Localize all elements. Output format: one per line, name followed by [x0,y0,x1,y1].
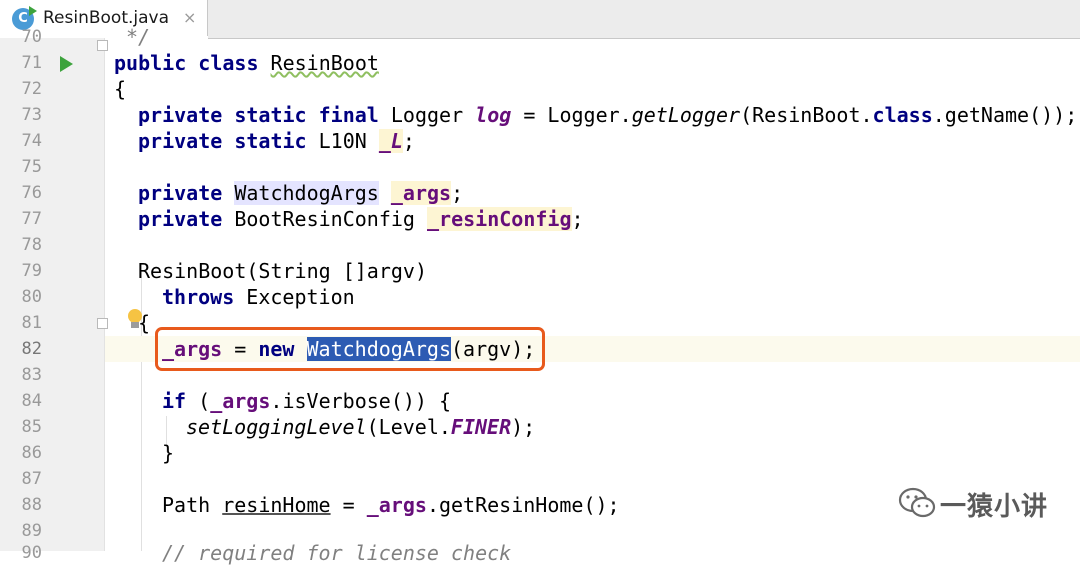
line-number: 71 [21,53,42,73]
line-number: 81 [21,313,42,333]
code-text: if (_args.isVerbose()) { [162,389,452,413]
code-line: 77 private BootResinConfig _resinConfig; [0,206,1080,232]
watermark-text: 一猿小讲 [940,492,1049,522]
fold-icon[interactable] [97,318,108,329]
line-number: 75 [21,157,42,177]
code-text: ResinBoot(String []argv) [138,259,427,283]
code-line: 75 [0,154,1080,180]
code-line: 72 { [0,76,1080,102]
line-number: 73 [21,105,42,125]
fold-icon[interactable] [97,40,108,51]
code-text: private static L10N _L; [138,129,415,153]
code-line: 84 if (_args.isVerbose()) { [0,388,1080,414]
line-number: 74 [21,131,42,151]
line-number: 78 [21,235,42,255]
run-gutter-icon[interactable] [60,56,73,72]
line-number: 86 [21,443,42,463]
line-number: 90 [21,543,42,563]
code-text: setLoggingLevel(Level.FINER); [186,415,536,439]
code-text: Path resinHome = _args.getResinHome(); [162,493,620,517]
code-line: 71 public class ResinBoot [0,40,1080,76]
code-text: */ [126,25,151,49]
code-text: private static final Logger log = Logger… [138,103,1078,127]
code-text: private WatchdogArgs _args; [138,181,464,205]
line-number: 84 [21,391,42,411]
code-line: 86 } [0,440,1080,466]
line-number: 79 [21,261,42,281]
code-line: 73 private static final Logger log = Log… [0,102,1080,128]
code-line: 79 ResinBoot(String []argv) [0,258,1080,284]
lightbulb-icon[interactable] [127,309,143,329]
code-text: // required for license check [162,541,512,565]
code-text: throws Exception [162,285,355,309]
line-number: 85 [21,417,42,437]
line-number: 76 [21,183,42,203]
line-number: 88 [21,495,42,515]
code-text: private BootResinConfig _resinConfig; [138,207,584,231]
code-line: 78 [0,232,1080,258]
code-line: 76 private WatchdogArgs _args; [0,180,1080,206]
code-text: } [162,441,175,465]
code-line: 80 throws Exception [0,284,1080,310]
line-number: 72 [21,79,42,99]
code-line: 70 */ [0,24,1080,50]
line-number: 82 [21,339,42,359]
code-line: 90 // required for license check [0,540,1080,566]
line-number: 77 [21,209,42,229]
code-line: 85 setLoggingLevel(Level.FINER); [0,414,1080,440]
line-number: 87 [21,469,42,489]
code-text: { [114,77,127,101]
code-line: 74 private static L10N _L; [0,128,1080,154]
code-text: public class ResinBoot [114,51,379,75]
runnable-marker-icon [29,6,37,16]
line-number: 83 [21,365,42,385]
line-number: 80 [21,287,42,307]
annotation-highlight-box [155,327,545,371]
wechat-icon [898,487,936,518]
line-number: 70 [21,27,42,47]
